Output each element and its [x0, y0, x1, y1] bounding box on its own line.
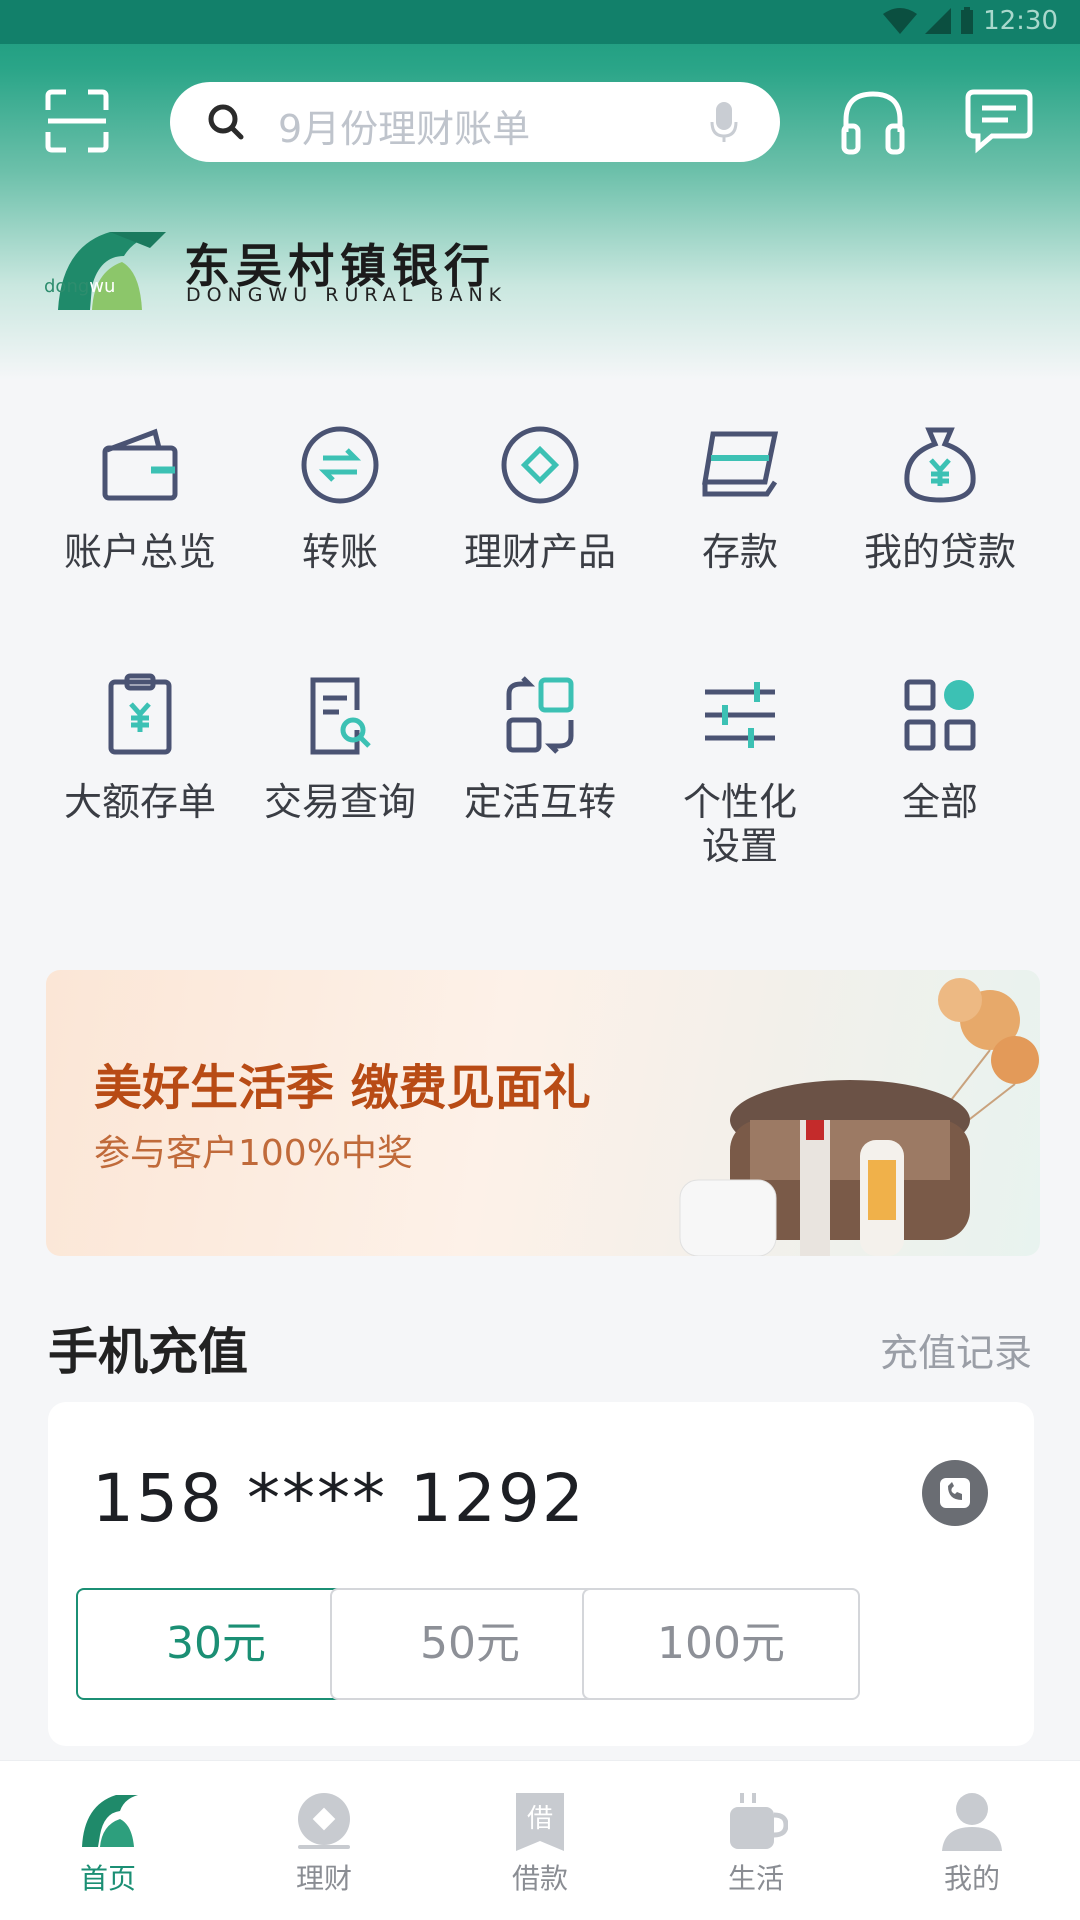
promo-banner[interactable]: 美好生活季 缴费见面礼 参与客户100%中奖	[46, 970, 1040, 1256]
customer-service-button[interactable]	[838, 86, 908, 158]
service-my-loans[interactable]: 我的贷款	[840, 420, 1040, 574]
amount-option-50[interactable]: 50元	[330, 1588, 610, 1700]
promo-products-illustration	[679, 978, 1039, 1256]
wealth-icon	[501, 426, 579, 504]
tab-loan[interactable]: 借 借款	[470, 1791, 610, 1897]
bottom-tab-bar: 首页 理财 借 借款 生活 我的	[0, 1760, 1080, 1920]
message-icon	[965, 89, 1033, 154]
banner-subtitle: 参与客户100%中奖	[94, 1133, 413, 1174]
wealth-tab-icon	[298, 1793, 350, 1849]
tab-mine[interactable]: 我的	[902, 1791, 1042, 1897]
service-large-cd[interactable]: 大额存单	[40, 670, 240, 824]
svg-text:借: 借	[527, 1804, 553, 1834]
recharge-history-link[interactable]: 充值记录	[880, 1322, 1032, 1377]
tab-wealth[interactable]: 理财	[254, 1791, 394, 1897]
phone-book-icon	[940, 1478, 970, 1508]
tab-life[interactable]: 生活	[686, 1791, 826, 1897]
recharge-section-title: 手机充值	[48, 1323, 248, 1381]
service-transaction-query[interactable]: 交易查询	[240, 670, 440, 824]
search-placeholder: 9月份理财账单	[278, 107, 531, 151]
bank-name-en: DONGWU RURAL BANK	[186, 284, 508, 306]
message-button[interactable]	[964, 88, 1034, 154]
top-bar: 9月份理财账单	[0, 82, 1080, 162]
search-bar[interactable]: 9月份理财账单	[170, 82, 780, 162]
wallet-icon	[102, 428, 178, 501]
recharge-card: 158 **** 1292 30元 50元 100元	[48, 1402, 1034, 1746]
service-personal-settings[interactable]: 个性化 设置	[640, 670, 840, 868]
loan-tab-icon: 借	[516, 1793, 564, 1851]
contacts-button[interactable]	[922, 1460, 988, 1526]
status-time: 12:30	[983, 6, 1058, 36]
tab-home[interactable]: 首页	[38, 1791, 178, 1897]
header-background	[0, 0, 1080, 380]
service-account-overview[interactable]: 账户总览	[40, 420, 240, 574]
money-bag-icon	[904, 427, 976, 503]
service-deposit[interactable]: 存款	[640, 420, 840, 574]
all-grid-icon	[904, 679, 976, 751]
banner-title: 美好生活季 缴费见面礼	[94, 1060, 591, 1116]
deposit-card-icon	[702, 431, 779, 497]
bank-logo-icon	[58, 232, 166, 310]
logo-text: dongwu	[44, 276, 116, 297]
scan-button[interactable]	[44, 88, 110, 154]
amount-option-100[interactable]: 100元	[582, 1588, 860, 1700]
swap-icon	[506, 676, 574, 754]
service-all[interactable]: 全部	[840, 670, 1040, 824]
search-icon	[208, 104, 244, 140]
phone-number: 158 **** 1292	[92, 1460, 586, 1537]
wifi-icon	[883, 8, 918, 34]
battery-icon	[961, 7, 974, 34]
service-wealth-products[interactable]: 理财产品	[440, 420, 640, 574]
microphone-icon[interactable]	[710, 102, 738, 142]
status-bar: 12:30	[0, 0, 1080, 44]
clipboard-yen-icon	[108, 673, 172, 755]
scan-icon	[45, 89, 109, 153]
user-icon	[942, 1793, 1002, 1851]
amount-option-30[interactable]: 30元	[76, 1588, 356, 1700]
doc-search-icon	[310, 677, 371, 755]
cup-icon	[730, 1793, 788, 1849]
headset-icon	[841, 91, 905, 155]
home-logo-icon	[82, 1795, 138, 1847]
bank-brand: dongwu 东吴村镇银行 DONGWU RURAL BANK	[40, 222, 560, 312]
sliders-icon	[705, 682, 775, 748]
signal-icon	[925, 8, 952, 34]
service-fixed-demand-swap[interactable]: 定活互转	[440, 670, 640, 824]
transfer-icon	[301, 426, 379, 504]
service-transfer[interactable]: 转账	[240, 420, 440, 574]
